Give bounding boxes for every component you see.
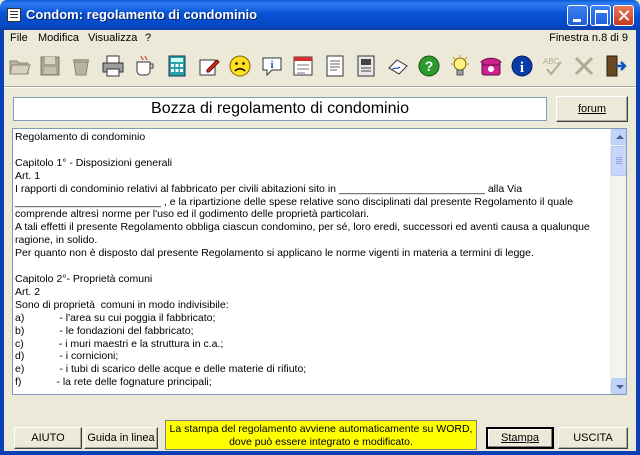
svg-text:i: i xyxy=(271,60,274,71)
aiuto-button[interactable]: AIUTO xyxy=(14,427,82,449)
svg-text:ABC: ABC xyxy=(543,57,560,66)
printer-icon[interactable] xyxy=(99,52,127,80)
regolamento-text[interactable]: Regolamento di condominio Capitolo 1° - … xyxy=(15,131,609,389)
sad-face-icon[interactable] xyxy=(226,52,254,80)
pencil-edit-icon[interactable] xyxy=(195,52,223,80)
regolamento-text-area[interactable]: Regolamento di condominio Capitolo 1° - … xyxy=(12,128,627,395)
notes-icon[interactable] xyxy=(352,52,380,80)
vertical-scrollbar[interactable] xyxy=(610,129,626,394)
info-icon[interactable]: i xyxy=(508,52,536,80)
svg-text:?: ? xyxy=(425,58,434,74)
cancel-icon[interactable] xyxy=(570,52,598,80)
forum-button-label: forum xyxy=(577,103,607,115)
stampa-button[interactable]: Stampa xyxy=(486,427,554,449)
menu-modifica[interactable]: Modifica xyxy=(38,32,79,44)
window-frame-bottom xyxy=(0,451,640,455)
spell-check-icon[interactable]: ABC xyxy=(539,52,567,80)
menu-bar: File Modifica Visualizza ? Finestra n.8 … xyxy=(4,30,636,48)
notice-line-1: La stampa del regolamento avviene automa… xyxy=(169,423,473,435)
close-button[interactable] xyxy=(613,5,634,26)
maximize-button[interactable] xyxy=(590,5,611,26)
print-notice: La stampa del regolamento avviene automa… xyxy=(165,420,477,450)
window-frame-right xyxy=(636,30,640,455)
menu-file[interactable]: File xyxy=(10,32,28,44)
menu-visualizza[interactable]: Visualizza xyxy=(88,32,137,44)
open-folder-icon[interactable] xyxy=(6,52,34,80)
minimize-button[interactable] xyxy=(567,5,588,26)
toolbar-separator xyxy=(4,86,636,88)
stampa-button-label: Stampa xyxy=(501,432,539,444)
scroll-up-icon[interactable] xyxy=(611,129,626,145)
aiuto-button-label: AIUTO xyxy=(31,432,65,444)
title-bar[interactable]: Condom: regolamento di condominio xyxy=(0,0,640,30)
forum-button[interactable]: forum xyxy=(556,96,628,122)
guida-in-linea-button[interactable]: Guida in linea xyxy=(84,427,158,449)
uscita-button[interactable]: USCITA xyxy=(558,427,628,449)
scrollbar-thumb[interactable] xyxy=(611,146,626,176)
help-icon[interactable]: ? xyxy=(415,52,443,80)
telephone-icon[interactable] xyxy=(477,52,505,80)
window-frame-left xyxy=(0,30,4,455)
notice-line-2: dove può essere integrato e modificato. xyxy=(229,436,413,448)
toolbar: i ? i ABC xyxy=(4,50,636,84)
app-icon[interactable] xyxy=(7,8,21,22)
lightbulb-icon[interactable] xyxy=(446,52,474,80)
save-disk-icon[interactable] xyxy=(36,52,64,80)
guida-button-label: Guida in linea xyxy=(87,432,155,444)
recycle-icon[interactable] xyxy=(67,52,95,80)
document-title: Bozza di regolamento di condominio xyxy=(13,97,547,121)
uscita-button-label: USCITA xyxy=(573,432,613,444)
calculator-icon[interactable] xyxy=(163,52,191,80)
window-title: Condom: regolamento di condominio xyxy=(26,7,258,22)
window-counter: Finestra n.8 di 9 xyxy=(549,32,628,44)
info-bubble-icon[interactable]: i xyxy=(258,52,286,80)
menu-help[interactable]: ? xyxy=(145,32,151,44)
coffee-cup-icon[interactable] xyxy=(131,52,159,80)
svg-text:i: i xyxy=(520,60,524,76)
exit-door-icon[interactable] xyxy=(601,52,629,80)
signature-icon[interactable] xyxy=(384,52,412,80)
document-icon[interactable] xyxy=(321,52,349,80)
scroll-down-icon[interactable] xyxy=(611,378,626,394)
calendar-icon[interactable] xyxy=(289,52,317,80)
